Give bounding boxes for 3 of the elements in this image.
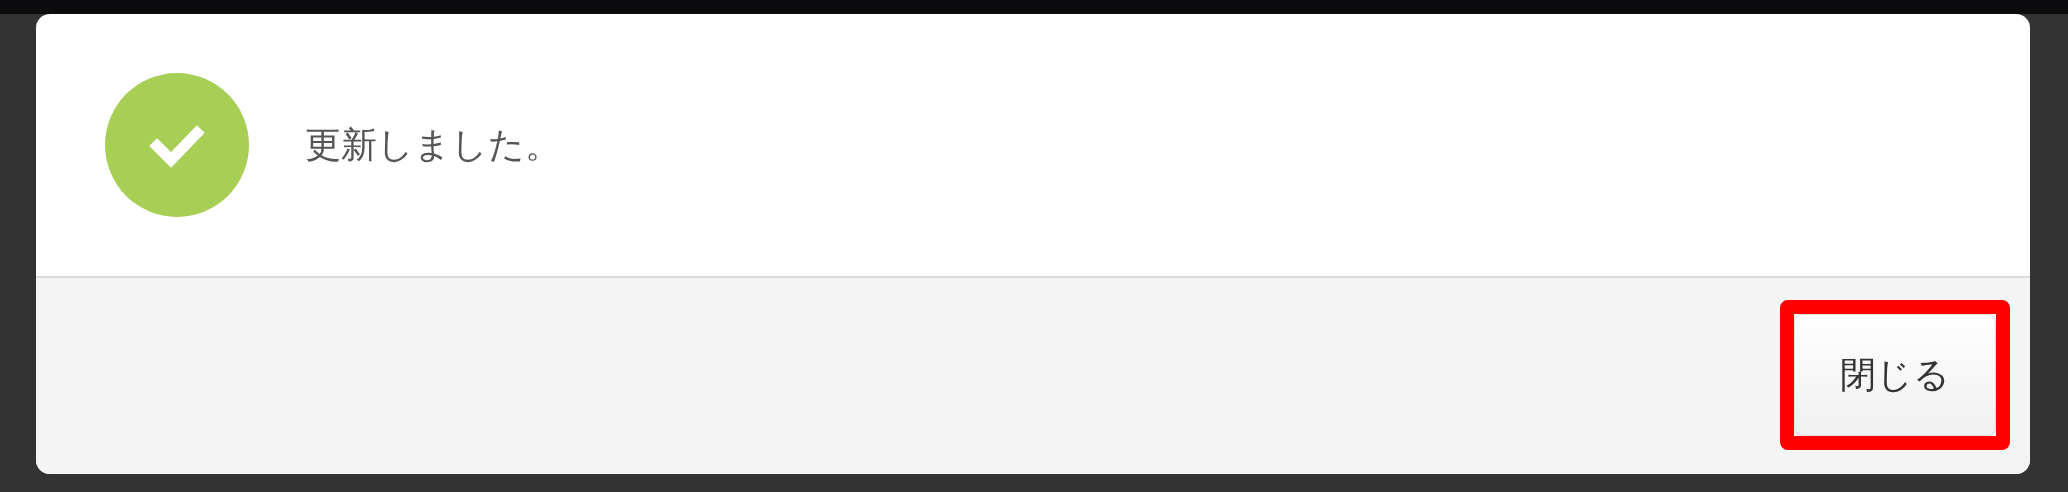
close-button[interactable]: 閉じる <box>1794 314 1996 436</box>
message-text: 更新しました。 <box>305 122 561 167</box>
success-check-icon <box>105 73 249 217</box>
